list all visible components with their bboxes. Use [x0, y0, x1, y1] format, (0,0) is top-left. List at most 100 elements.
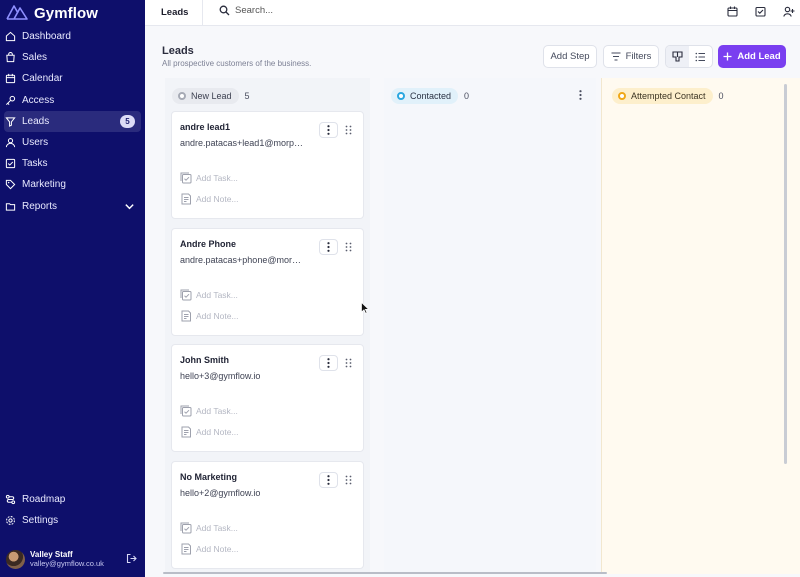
logout-icon[interactable] — [126, 553, 137, 567]
sidebar-item-roadmap[interactable]: Roadmap — [0, 489, 145, 510]
add-task-button[interactable]: Add Task... — [180, 289, 238, 301]
sidebar-item-label: Marketing — [22, 179, 66, 191]
add-note-label: Add Note... — [196, 427, 239, 437]
drag-handle-icon[interactable] — [345, 125, 352, 138]
task-icon — [180, 405, 192, 417]
sidebar-item-sales[interactable]: Sales — [0, 47, 145, 68]
drag-handle-icon[interactable] — [345, 358, 352, 371]
sidebar: Gymflow Dashboard Sales Calendar Access … — [0, 0, 145, 577]
list-view-button[interactable] — [689, 46, 712, 67]
lead-card[interactable]: John Smith hello+3@gymflow.io Add Task..… — [171, 344, 364, 452]
sidebar-item-reports[interactable]: Reports — [0, 196, 145, 217]
lead-name: Andre Phone — [180, 239, 237, 249]
sidebar-item-dashboard[interactable]: Dashboard — [0, 26, 145, 47]
add-note-label: Add Note... — [196, 311, 239, 321]
sidebar-item-leads[interactable]: Leads 5 — [4, 110, 141, 132]
brand-name: Gymflow — [34, 4, 99, 22]
mouse-cursor-icon — [361, 301, 370, 317]
search-input[interactable]: Search... — [219, 5, 273, 16]
lead-email: andre.patacas+phone@morpheus.io — [180, 255, 305, 265]
add-note-button[interactable]: Add Note... — [180, 543, 239, 555]
lead-name: John Smith — [180, 355, 229, 365]
filter-icon — [611, 52, 621, 61]
more-options-button[interactable] — [319, 122, 338, 138]
user-profile[interactable]: Valley Staff valley@gymflow.co.uk — [6, 546, 140, 572]
add-step-button[interactable]: Add Step — [543, 45, 597, 68]
brand[interactable]: Gymflow — [6, 3, 98, 23]
status-badge: Contacted — [391, 87, 459, 104]
note-icon — [181, 543, 191, 555]
calendar-icon[interactable] — [727, 6, 738, 20]
user-name: Valley Staff — [30, 550, 73, 559]
sidebar-item-label: Leads — [22, 115, 50, 127]
chevron-down-icon[interactable] — [124, 201, 135, 215]
lead-name: andre lead1 — [180, 122, 231, 132]
avatar — [6, 549, 25, 569]
sidebar-item-calendar[interactable]: Calendar — [0, 68, 145, 89]
lead-card[interactable]: andre lead1 andre.patacas+lead1@morpheus… — [171, 111, 364, 219]
tasks-icon[interactable] — [755, 6, 766, 20]
users-icon — [5, 138, 16, 148]
sidebar-item-users[interactable]: Users — [0, 132, 145, 153]
lead-card[interactable]: No Marketing hello+2@gymflow.io Add Task… — [171, 461, 364, 569]
sidebar-item-tasks[interactable]: Tasks — [0, 153, 145, 174]
more-options-button[interactable] — [319, 239, 338, 255]
kebab-icon — [327, 358, 330, 368]
status-dot-icon — [178, 91, 186, 100]
gymflow-logo-icon — [6, 4, 28, 23]
status-dot-icon — [397, 91, 405, 100]
column-menu-icon[interactable] — [579, 90, 582, 103]
drag-handle-icon[interactable] — [345, 242, 352, 255]
add-note-label: Add Note... — [196, 544, 239, 554]
more-options-button[interactable] — [319, 472, 338, 488]
board-view-icon — [672, 51, 683, 62]
search-placeholder: Search... — [235, 5, 274, 16]
add-user-icon[interactable] — [783, 6, 795, 20]
more-options-button[interactable] — [319, 355, 338, 371]
breadcrumb[interactable]: Leads — [161, 7, 188, 18]
vertical-scrollbar[interactable] — [784, 84, 787, 464]
sidebar-item-marketing[interactable]: Marketing — [0, 174, 145, 195]
sidebar-item-access[interactable]: Access — [0, 90, 145, 111]
column-title: Attempted Contact — [631, 90, 706, 101]
sidebar-item-label: Access — [22, 94, 55, 106]
add-note-button[interactable]: Add Note... — [180, 193, 239, 205]
sidebar-item-label: Tasks — [22, 158, 48, 170]
board-view-button[interactable] — [666, 46, 689, 67]
filters-label: Filters — [625, 51, 652, 62]
filters-button[interactable]: Filters — [603, 45, 659, 68]
kebab-icon — [327, 475, 330, 485]
add-note-label: Add Note... — [196, 194, 239, 204]
add-task-label: Add Task... — [196, 173, 238, 183]
sidebar-bottom-nav: Roadmap Settings — [0, 489, 145, 531]
task-icon — [180, 522, 192, 534]
tasks-icon — [5, 159, 16, 169]
add-task-button[interactable]: Add Task... — [180, 522, 238, 534]
column-header: New Lead 5 — [172, 87, 250, 104]
plus-icon — [723, 52, 732, 61]
add-note-button[interactable]: Add Note... — [180, 426, 239, 438]
add-lead-button[interactable]: Add Lead — [718, 45, 786, 68]
shopping-bag-icon — [6, 52, 15, 63]
lead-card[interactable]: Andre Phone andre.patacas+phone@morpheus… — [171, 228, 364, 336]
kebab-icon — [327, 242, 330, 252]
user-email: valley@gymflow.co.uk — [30, 559, 104, 568]
sidebar-item-label: Dashboard — [22, 31, 71, 43]
horizontal-scrollbar[interactable] — [163, 572, 607, 574]
view-toggle — [665, 45, 713, 68]
drag-handle-icon[interactable] — [345, 475, 352, 488]
tag-icon — [5, 180, 16, 190]
add-task-label: Add Task... — [196, 523, 238, 533]
column-title: Contacted — [410, 90, 452, 101]
roadmap-icon — [5, 494, 16, 505]
add-note-button[interactable]: Add Note... — [180, 310, 239, 322]
add-task-button[interactable]: Add Task... — [180, 172, 238, 184]
sidebar-item-settings[interactable]: Settings — [0, 510, 145, 531]
topbar: Leads Search... — [145, 0, 800, 26]
status-badge: New Lead — [172, 87, 239, 104]
sidebar-item-label: Users — [22, 137, 49, 149]
leads-count-badge: 5 — [120, 114, 135, 128]
search-icon — [219, 5, 230, 16]
add-task-button[interactable]: Add Task... — [180, 405, 238, 417]
key-icon — [6, 95, 16, 105]
